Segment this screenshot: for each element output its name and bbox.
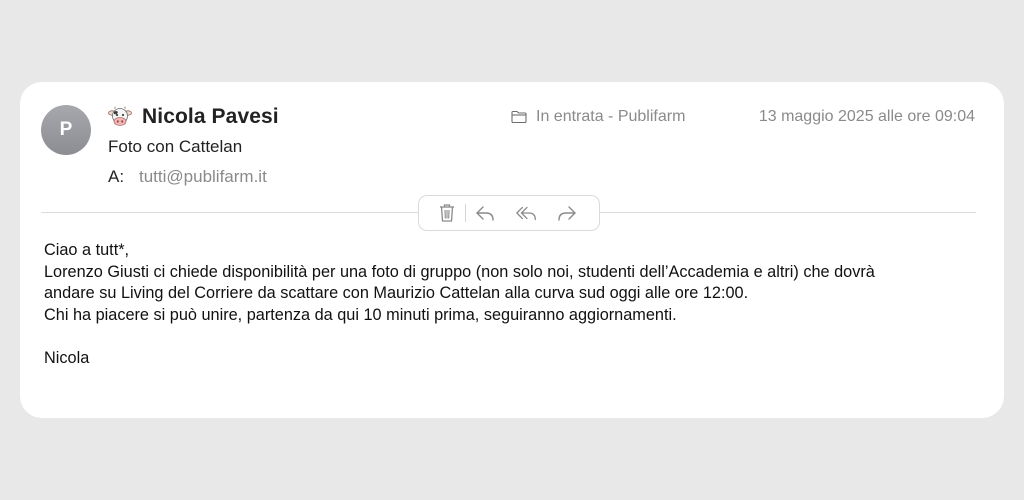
- sender-row: Nicola Pavesi: [108, 104, 279, 130]
- trash-icon[interactable]: [435, 201, 459, 225]
- mailbox-label: In entrata - Publifarm: [536, 108, 686, 125]
- cow-face-icon: [108, 106, 132, 128]
- sender-name[interactable]: Nicola Pavesi: [142, 105, 279, 129]
- reply-all-icon[interactable]: [515, 201, 539, 225]
- toolbar-separator: [465, 204, 466, 222]
- recipient-label: A:: [108, 167, 125, 186]
- body-greeting: Ciao a tutt*,: [44, 241, 130, 259]
- avatar-initial: P: [59, 119, 73, 140]
- body-blank-line: [44, 326, 994, 348]
- recipient-row: A: tutti@publifarm.it: [108, 167, 267, 187]
- body-signature: Nicola: [44, 348, 90, 367]
- avatar: P: [41, 105, 91, 155]
- body-line: Lorenzo Giusti ci chiede disponibilità p…: [44, 262, 875, 281]
- message-card: P Nicola Pavesi Foto con Cattelan A: tut…: [20, 82, 1004, 418]
- body-line: Chi ha piacere si può unire, partenza da…: [44, 305, 677, 324]
- message-body: Ciao a tutt*, Lorenzo Giusti ci chiede d…: [44, 240, 994, 369]
- forward-icon[interactable]: [555, 201, 579, 225]
- mailbox-location[interactable]: In entrata - Publifarm: [511, 108, 685, 126]
- folder-icon: [511, 110, 527, 124]
- message-date: 13 maggio 2025 alle ore 09:04: [758, 108, 975, 125]
- reply-icon[interactable]: [473, 201, 497, 225]
- message-toolbar: [418, 195, 600, 231]
- body-line: andare su Living del Corriere da scattar…: [44, 284, 749, 302]
- recipient-address[interactable]: tutti@publifarm.it: [139, 167, 267, 187]
- message-subject: Foto con Cattelan: [108, 137, 243, 156]
